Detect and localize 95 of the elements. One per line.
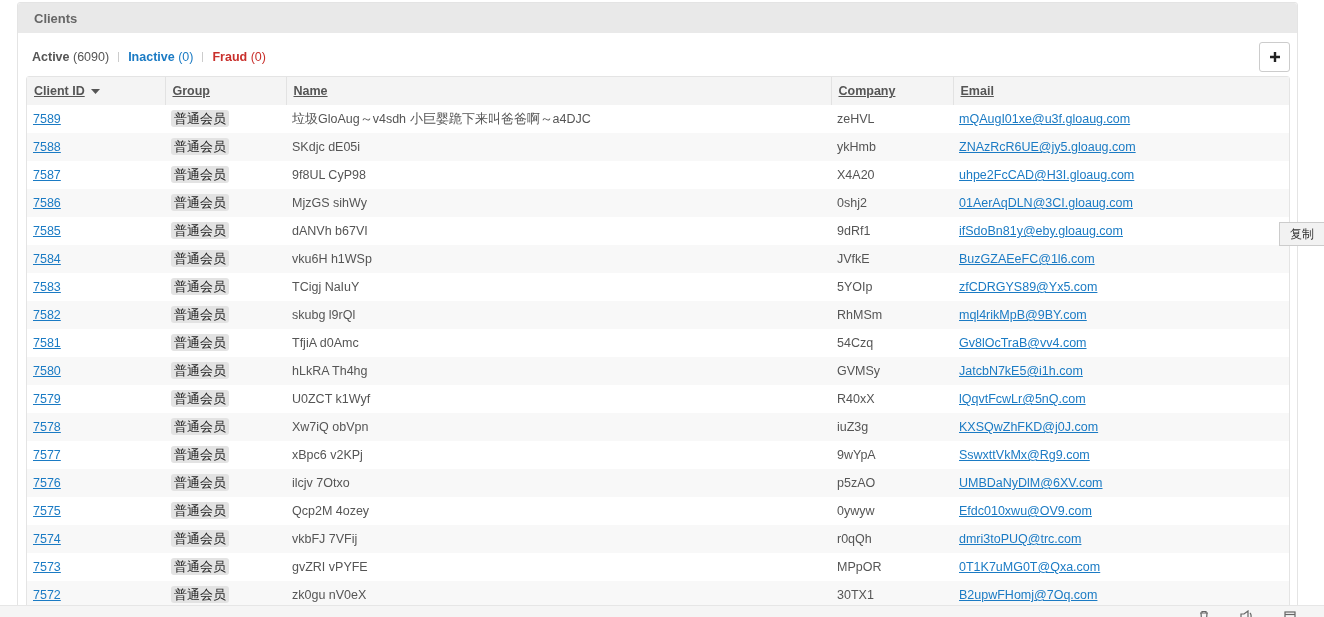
filter-link[interactable]: Inactive (0)	[128, 50, 194, 64]
company-name: 5YOIp	[837, 280, 873, 294]
group-tag: 普通会员	[171, 166, 229, 183]
company-name: zeHVL	[837, 112, 875, 126]
client-id-link[interactable]: 7577	[33, 448, 61, 462]
client-name: SKdjc dE05i	[292, 140, 361, 154]
company-name: 30TX1	[837, 588, 874, 602]
email-link[interactable]: uhpe2FcCAD@H3I.gloaug.com	[959, 168, 1135, 182]
email-link[interactable]: ifSdoBn81y@eby.gloaug.com	[959, 224, 1123, 238]
client-name: hLkRA Th4hg	[292, 364, 368, 378]
email-link[interactable]: zfCDRGYS89@Yx5.com	[959, 280, 1098, 294]
client-name: TfjiA d0Amc	[292, 336, 359, 350]
group-tag: 普通会员	[171, 334, 229, 351]
company-name: X4A20	[837, 168, 875, 182]
group-tag: 普通会员	[171, 418, 229, 435]
company-name: MPpOR	[837, 560, 882, 574]
add-button[interactable]	[1259, 42, 1290, 72]
client-name: zk0gu nV0eX	[292, 588, 367, 602]
client-id-link[interactable]: 7589	[33, 112, 61, 126]
client-id-link[interactable]: 7578	[33, 420, 61, 434]
client-name: MjzGS sihWy	[292, 196, 367, 210]
client-id-link[interactable]: 7574	[33, 532, 61, 546]
client-id-link[interactable]: 7584	[33, 252, 61, 266]
client-name: TCigj NaIuY	[292, 280, 360, 294]
client-id-link[interactable]: 7572	[33, 588, 61, 602]
company-name: R40xX	[837, 392, 875, 406]
client-id-link[interactable]: 7575	[33, 504, 61, 518]
client-name: Xw7iQ obVpn	[292, 420, 369, 434]
client-id-link[interactable]: 7588	[33, 140, 61, 154]
client-name: U0ZCT k1Wyf	[292, 392, 371, 406]
company-name: 0shj2	[837, 196, 867, 210]
client-id-link[interactable]: 7580	[33, 364, 61, 378]
client-name: vkbFJ 7VFij	[292, 532, 358, 546]
company-name: RhMSm	[837, 308, 883, 322]
filter-link[interactable]: Active (6090)	[32, 50, 110, 64]
email-link[interactable]: Gv8lOcTraB@vv4.com	[959, 336, 1087, 350]
client-name: ilcjv 7Otxo	[292, 476, 350, 490]
group-tag: 普通会员	[171, 446, 229, 463]
group-tag: 普通会员	[171, 502, 229, 519]
email-link[interactable]: SswxttVkMx@Rg9.com	[959, 448, 1090, 462]
client-name: Qcp2M 4ozey	[292, 504, 370, 518]
client-name: vku6H h1WSp	[292, 252, 372, 266]
client-id-link[interactable]: 7579	[33, 392, 61, 406]
group-tag: 普通会员	[171, 110, 229, 127]
client-id-link[interactable]: 7586	[33, 196, 61, 210]
company-name: r0qQh	[837, 532, 872, 546]
group-tag: 普通会员	[171, 530, 229, 547]
plus-icon	[1269, 52, 1280, 62]
group-tag: 普通会员	[171, 390, 229, 407]
company-name: GVMSy	[837, 364, 881, 378]
column-header[interactable]: Group	[172, 84, 210, 98]
client-id-link[interactable]: 7583	[33, 280, 61, 294]
panel-title: Clients	[34, 10, 78, 26]
client-id-link[interactable]: 7582	[33, 308, 61, 322]
client-name: 9f8UL CyP98	[292, 168, 366, 182]
group-tag: 普通会员	[171, 586, 229, 603]
client-id-link[interactable]: 7585	[33, 224, 61, 238]
email-link[interactable]: JatcbN7kE5@i1h.com	[959, 364, 1083, 378]
group-tag: 普通会员	[171, 306, 229, 323]
company-name: iuZ3g	[837, 420, 869, 434]
client-id-link[interactable]: 7587	[33, 168, 61, 182]
group-tag: 普通会员	[171, 474, 229, 491]
client-id-link[interactable]: 7581	[33, 336, 61, 350]
client-name: xBpc6 v2KPj	[292, 448, 363, 462]
filter-link[interactable]: Fraud (0)	[212, 50, 266, 64]
group-tag: 普通会员	[171, 138, 229, 155]
email-link[interactable]: dmri3toPUQ@trc.com	[959, 532, 1082, 546]
company-name: 9wYpA	[837, 448, 876, 462]
company-name: 9dRf1	[837, 224, 871, 238]
company-name: 0ywyw	[837, 504, 875, 518]
email-link[interactable]: Efdc010xwu@OV9.com	[959, 504, 1092, 518]
client-id-link[interactable]: 7576	[33, 476, 61, 490]
group-tag: 普通会员	[171, 362, 229, 379]
client-name: gvZRI vPYFE	[292, 560, 368, 574]
group-tag: 普通会员	[171, 250, 229, 267]
client-id-link[interactable]: 7573	[33, 560, 61, 574]
group-tag: 普通会员	[171, 194, 229, 211]
client-name: 垃圾GloAug～v4sdh 小巨婴跪下来叫爸爸啊～a4DJC	[292, 111, 591, 126]
copy-button[interactable]: 复制	[1279, 222, 1324, 246]
column-header[interactable]: Name	[293, 84, 328, 98]
group-tag: 普通会员	[171, 278, 229, 295]
group-tag: 普通会员	[171, 222, 229, 239]
client-name: dANVh b67VI	[292, 224, 368, 238]
caret-icon	[90, 88, 100, 94]
email-link[interactable]: mql4rikMpB@9BY.com	[959, 308, 1087, 322]
column-header[interactable]: Email	[960, 84, 994, 98]
email-link[interactable]: mQAugI01xe@u3f.gloaug.com	[959, 112, 1131, 126]
group-tag: 普通会员	[171, 558, 229, 575]
email-link[interactable]: lQqvtFcwLr@5nQ.com	[959, 392, 1086, 406]
email-link[interactable]: 0T1K7uMG0T@Qxa.com	[959, 560, 1101, 574]
company-name: 54Czq	[837, 336, 874, 350]
company-name: p5zAO	[837, 476, 876, 490]
client-name: skubg l9rQl	[292, 308, 356, 322]
company-name: JVfkE	[837, 252, 870, 266]
company-name: ykHmb	[837, 140, 876, 154]
